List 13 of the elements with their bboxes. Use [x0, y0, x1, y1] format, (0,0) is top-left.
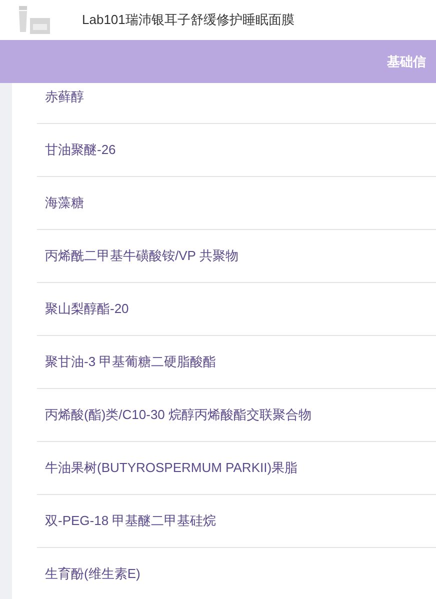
ingredient-name: 聚山梨醇酯-20 — [45, 300, 129, 318]
ingredient-name: 牛油果树(BUTYROSPERMUM PARKII)果脂 — [45, 459, 298, 477]
ingredient-name: 甘油聚醚-26 — [45, 141, 116, 159]
product-title: Lab101瑞沛银耳子舒缓修护睡眠面膜 — [82, 11, 294, 29]
ingredient-name: 聚甘油-3 甲基葡糖二硬脂酸酯 — [45, 353, 216, 371]
ingredient-name: 双-PEG-18 甲基醚二甲基硅烷 — [45, 512, 216, 530]
ingredient-name: 生育酚(维生素E) — [45, 565, 140, 583]
ingredient-name: 赤藓醇 — [45, 88, 84, 106]
tab-label[interactable]: 基础信 — [387, 52, 426, 70]
ingredient-name: 海藻糖 — [45, 194, 84, 212]
ingredient-name: 丙烯酸(酯)类/C10-30 烷醇丙烯酸酯交联聚合物 — [45, 406, 312, 424]
product-icon — [17, 6, 51, 34]
ingredient-name: 丙烯酰二甲基牛磺酸铵/VP 共聚物 — [45, 247, 238, 265]
